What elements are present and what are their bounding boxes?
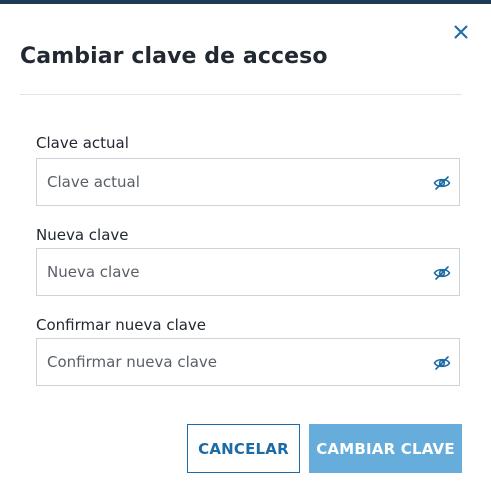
new-password-label: Nueva clave [36,226,129,244]
confirm-password-input[interactable] [37,339,417,385]
toggle-visibility-button[interactable] [431,352,453,374]
close-icon [454,25,468,39]
dialog-title: Cambiar clave de acceso [20,44,328,69]
eye-slash-icon [433,176,451,190]
confirm-password-field [36,338,460,386]
current-password-label: Clave actual [36,134,129,152]
new-password-field [36,248,460,296]
eye-slash-icon [433,266,451,280]
close-button[interactable] [449,20,473,44]
top-accent-bar [0,0,491,4]
current-password-field [36,158,460,206]
eye-slash-icon [433,356,451,370]
current-password-input[interactable] [37,159,417,205]
change-password-button[interactable]: CAMBIAR CLAVE [309,424,462,473]
toggle-visibility-button[interactable] [431,262,453,284]
new-password-input[interactable] [37,249,417,295]
toggle-visibility-button[interactable] [431,172,453,194]
title-divider [20,94,462,95]
confirm-password-label: Confirmar nueva clave [36,316,207,334]
cancel-button[interactable]: CANCELAR [187,424,300,473]
change-password-dialog: Cambiar clave de acceso Clave actual Nue… [0,0,491,503]
